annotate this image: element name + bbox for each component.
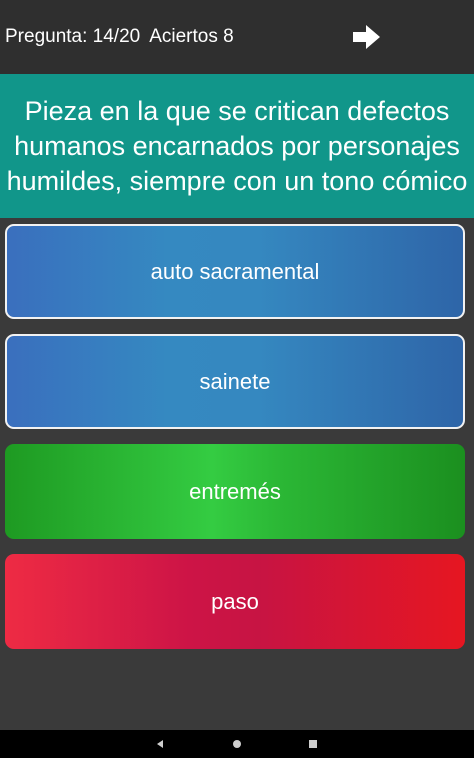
answer-label: auto sacramental: [150, 258, 320, 284]
nav-back-button[interactable]: [140, 730, 180, 758]
answer-button-4[interactable]: paso: [5, 554, 465, 649]
recents-square-icon: [309, 740, 317, 748]
top-bar: Pregunta: 14/20 Aciertos 8: [0, 0, 474, 74]
answer-button-3[interactable]: entremés: [5, 444, 465, 539]
question-panel: Pieza en la que se critican defectos hum…: [0, 74, 474, 218]
system-nav-bar: [0, 730, 474, 758]
nav-recents-button[interactable]: [293, 730, 333, 758]
answer-button-1[interactable]: auto sacramental: [5, 224, 465, 319]
nav-home-button[interactable]: [217, 730, 257, 758]
answer-label: paso: [211, 588, 259, 614]
arrow-right-icon: [353, 25, 380, 49]
correct-counter: Aciertos 8: [149, 26, 234, 47]
question-text: Pieza en la que se critican defectos hum…: [6, 95, 468, 196]
answer-label: entremés: [189, 478, 281, 504]
answer-label: sainete: [199, 368, 271, 394]
back-triangle-icon: [157, 740, 163, 748]
answer-button-2[interactable]: sainete: [5, 334, 465, 429]
question-counter: Pregunta: 14/20: [5, 26, 141, 47]
score-area: Pregunta: 14/20 Aciertos 8: [5, 26, 243, 48]
home-circle-icon: [233, 740, 241, 748]
next-question-button[interactable]: [350, 22, 384, 52]
